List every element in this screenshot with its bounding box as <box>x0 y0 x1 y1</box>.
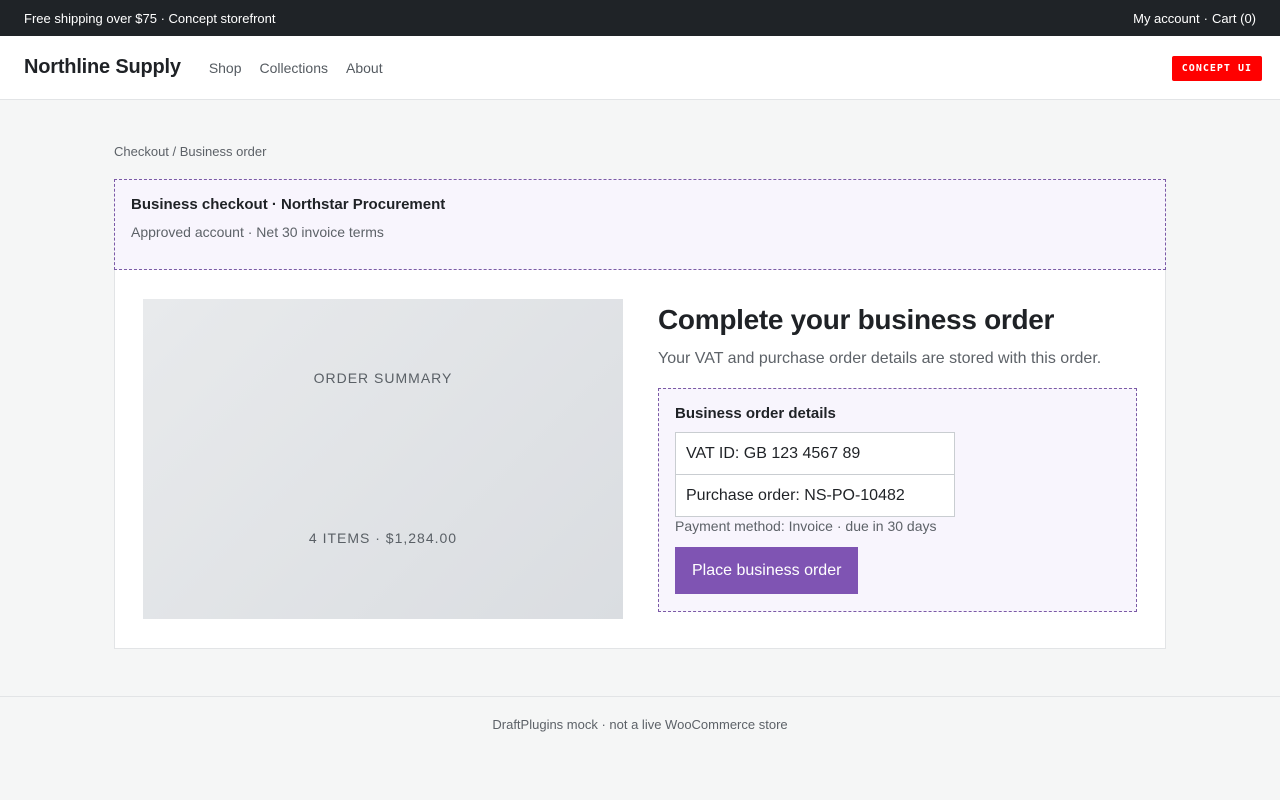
notice-subtitle: Approved account · Net 30 invoice terms <box>131 224 384 240</box>
page-subtitle: Your VAT and purchase order details are … <box>658 350 1102 367</box>
order-form-column: Complete your business order Your VAT an… <box>658 304 1138 612</box>
footer-text: DraftPlugins mock · not a live WooCommer… <box>492 717 788 732</box>
notice-title: Business checkout · Northstar Procuremen… <box>131 196 446 213</box>
details-title: Business order details <box>675 405 836 422</box>
brand-logo[interactable]: Northline Supply <box>24 56 181 79</box>
announcement-bar: Free shipping over $75 · Concept storefr… <box>0 0 1280 36</box>
nav-item-about[interactable]: About <box>346 60 383 76</box>
order-summary-total: 4 ITEMS · $1,284.00 <box>308 530 458 546</box>
nav-item-collections[interactable]: Collections <box>260 60 328 76</box>
concept-ui-badge: CONCEPT UI <box>1171 56 1262 81</box>
order-summary-panel: ORDER SUMMARY 4 ITEMS · $1,284.00 <box>143 299 623 619</box>
site-header: Northline Supply Shop Collections About … <box>0 36 1280 100</box>
account-links: My account · Cart (0) <box>1133 11 1256 26</box>
purchase-order-field[interactable] <box>675 474 955 517</box>
cart-link[interactable]: Cart (0) <box>1212 11 1256 26</box>
vat-id-field[interactable] <box>675 432 955 475</box>
promo-text: Free shipping over $75 · Concept storefr… <box>24 10 276 26</box>
business-account-notice: Business checkout · Northstar Procuremen… <box>114 179 1166 270</box>
checkout-card: ORDER SUMMARY 4 ITEMS · $1,284.00 Comple… <box>114 270 1166 649</box>
payment-method-text: Payment method: Invoice · due in 30 days <box>675 518 937 534</box>
place-order-button[interactable]: Place business order <box>675 547 859 594</box>
checkout-main: Checkout / Business order Business check… <box>114 100 1166 649</box>
business-order-details: Business order details Payment method: I… <box>658 388 1137 612</box>
main-nav: Shop Collections About <box>209 60 383 76</box>
order-summary-label: ORDER SUMMARY <box>313 370 453 386</box>
separator: · <box>1203 10 1208 26</box>
my-account-link[interactable]: My account <box>1133 11 1199 26</box>
site-footer: DraftPlugins mock · not a live WooCommer… <box>0 696 1280 732</box>
breadcrumb: Checkout / Business order <box>114 144 267 159</box>
nav-item-shop[interactable]: Shop <box>209 60 242 76</box>
page-title: Complete your business order <box>658 304 1055 335</box>
